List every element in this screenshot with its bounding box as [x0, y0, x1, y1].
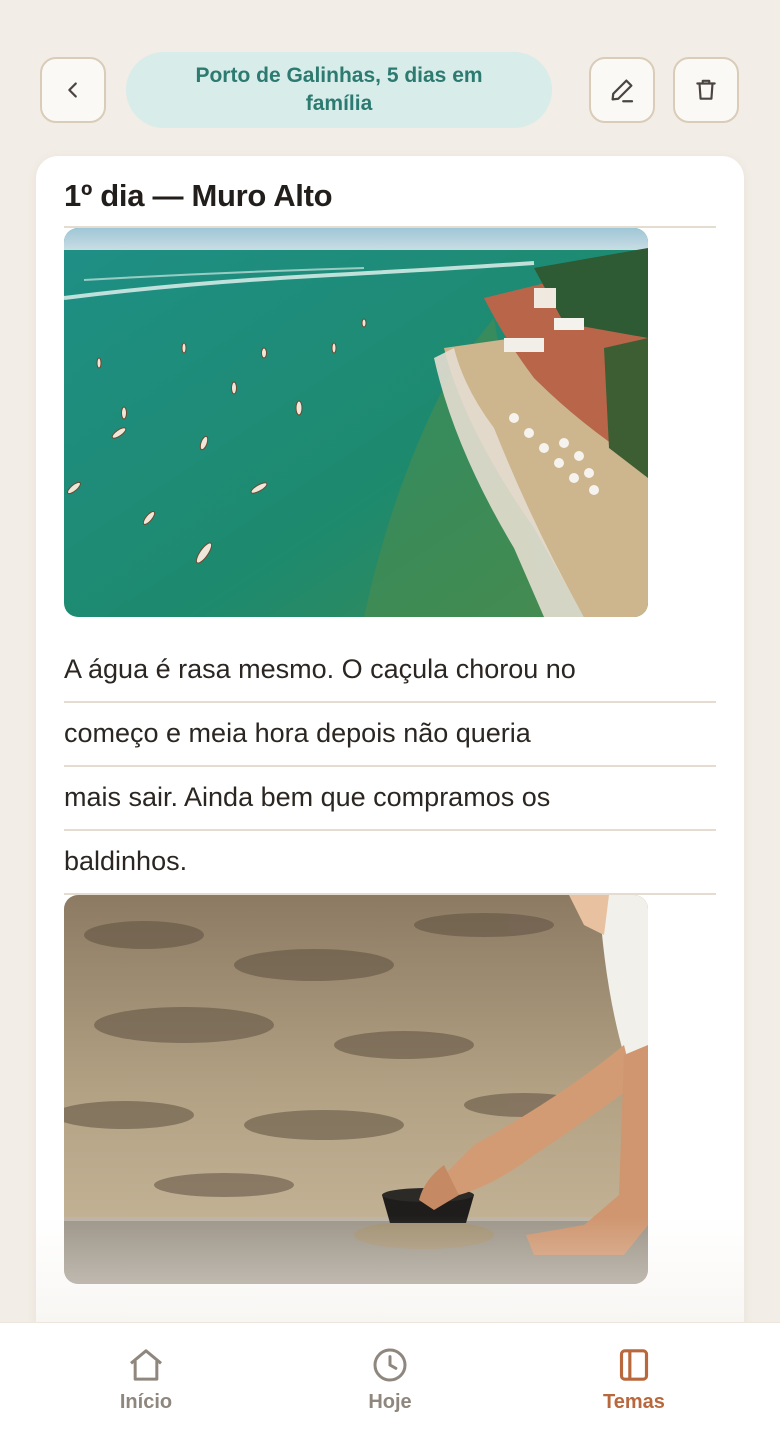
nav-item-hoje[interactable]: Hoje: [310, 1345, 470, 1414]
nav-item-inicio[interactable]: Início: [66, 1345, 226, 1414]
edit-button[interactable]: [589, 57, 655, 123]
journal-entry-screen: Porto de Galinhas, 5 dias em família 1º …: [0, 0, 780, 1444]
entry-card: 1º dia — Muro Alto A água é rasa mesmo. …: [36, 156, 744, 1356]
entry-text-line: A água é rasa mesmo. O caçula chorou no: [64, 654, 576, 684]
nav-label: Início: [119, 1391, 173, 1413]
sand-bucket-photo[interactable]: [64, 895, 648, 1284]
clock-icon: [310, 1345, 470, 1385]
divider: [64, 765, 716, 767]
divider: [64, 829, 716, 831]
chevron-left-icon: [62, 79, 84, 101]
bottom-nav: Início Hoje Temas: [0, 1322, 780, 1444]
nav-item-temas[interactable]: Temas: [554, 1345, 714, 1414]
entry-title: 1º dia — Muro Alto: [64, 178, 333, 213]
divider: [64, 701, 716, 703]
nav-label: Temas: [603, 1391, 665, 1413]
home-icon: [66, 1345, 226, 1385]
delete-button[interactable]: [673, 57, 739, 123]
book-icon: [554, 1345, 714, 1385]
back-button[interactable]: [40, 57, 106, 123]
trash-icon: [693, 77, 719, 103]
entry-text-line: começo e meia hora depois não queria: [64, 718, 531, 748]
page-title: Porto de Galinhas, 5 dias em família: [126, 52, 552, 128]
beach-photo[interactable]: [64, 228, 648, 617]
entry-text-line: mais sair. Ainda bem que compramos os: [64, 782, 551, 812]
nav-label: Hoje: [368, 1391, 412, 1413]
entry-text-line: baldinhos.: [64, 846, 188, 876]
pencil-icon: [607, 75, 637, 105]
page-title-text: Porto de Galinhas, 5 dias em família: [195, 64, 483, 115]
